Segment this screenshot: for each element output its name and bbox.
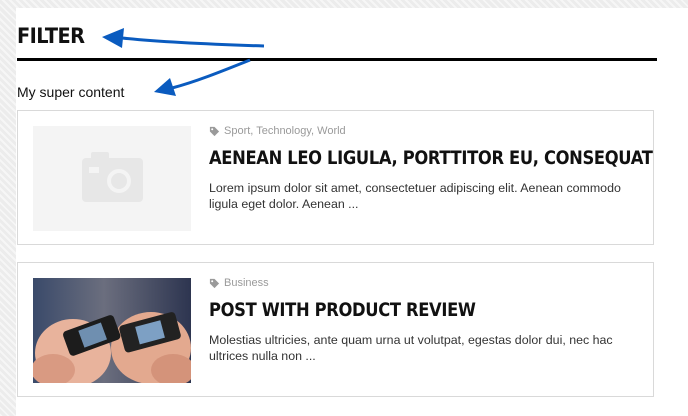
widget-title: FILTER (17, 24, 85, 48)
post-tags-label[interactable]: Sport, Technology, World (224, 125, 346, 137)
post-excerpt: Molestias ultricies, ante quam urna ut v… (209, 333, 613, 363)
tag-icon (209, 126, 220, 136)
post-tags: Business (209, 277, 269, 289)
camera-icon (33, 126, 191, 231)
widget-subtitle: My super content (17, 84, 125, 100)
tag-icon (209, 278, 220, 288)
post-excerpt: Lorem ipsum dolor sit amet, consectetuer… (209, 181, 621, 211)
post-thumbnail-placeholder[interactable] (33, 126, 191, 231)
post-card: Business POST WITH PRODUCT REVIEW Molest… (17, 262, 654, 397)
post-tags: Sport, Technology, World (209, 125, 346, 137)
post-title[interactable]: AENEAN LEO LIGULA, PORTTITOR EU, CONSEQU… (209, 147, 653, 169)
hands-holding-phones-photo (33, 278, 191, 383)
post-title[interactable]: POST WITH PRODUCT REVIEW (209, 299, 476, 321)
post-card: Sport, Technology, World AENEAN LEO LIGU… (17, 110, 654, 245)
post-tags-label[interactable]: Business (224, 277, 269, 289)
title-divider (17, 58, 657, 61)
post-thumbnail-image[interactable] (33, 278, 191, 383)
